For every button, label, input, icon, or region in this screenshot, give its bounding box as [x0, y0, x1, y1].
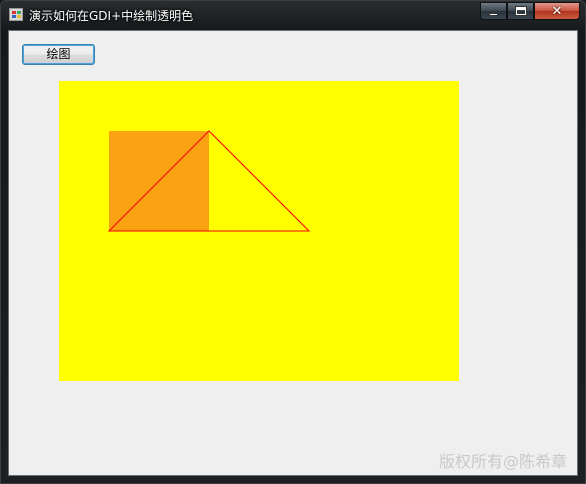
maximize-button[interactable]	[507, 2, 534, 20]
form-client-area: 绘图 版权所有@陈希章	[8, 30, 578, 476]
close-icon: ✕	[551, 3, 563, 19]
window-title: 演示如何在GDI+中绘制透明色	[29, 9, 194, 23]
minimize-icon	[489, 12, 498, 16]
caption-buttons: ✕	[480, 2, 580, 21]
close-button[interactable]: ✕	[534, 2, 580, 20]
drawing-canvas	[59, 81, 459, 381]
main-window: 演示如何在GDI+中绘制透明色 ✕ 绘图 版权所有@陈希章	[0, 0, 586, 484]
watermark-text: 版权所有@陈希章	[438, 452, 567, 471]
title-bar[interactable]: 演示如何在GDI+中绘制透明色 ✕	[1, 1, 585, 29]
draw-button[interactable]: 绘图	[22, 44, 95, 65]
minimize-button[interactable]	[480, 2, 507, 20]
app-icon[interactable]	[9, 8, 23, 21]
drawing-svg	[107, 130, 311, 232]
maximize-icon	[514, 6, 527, 16]
